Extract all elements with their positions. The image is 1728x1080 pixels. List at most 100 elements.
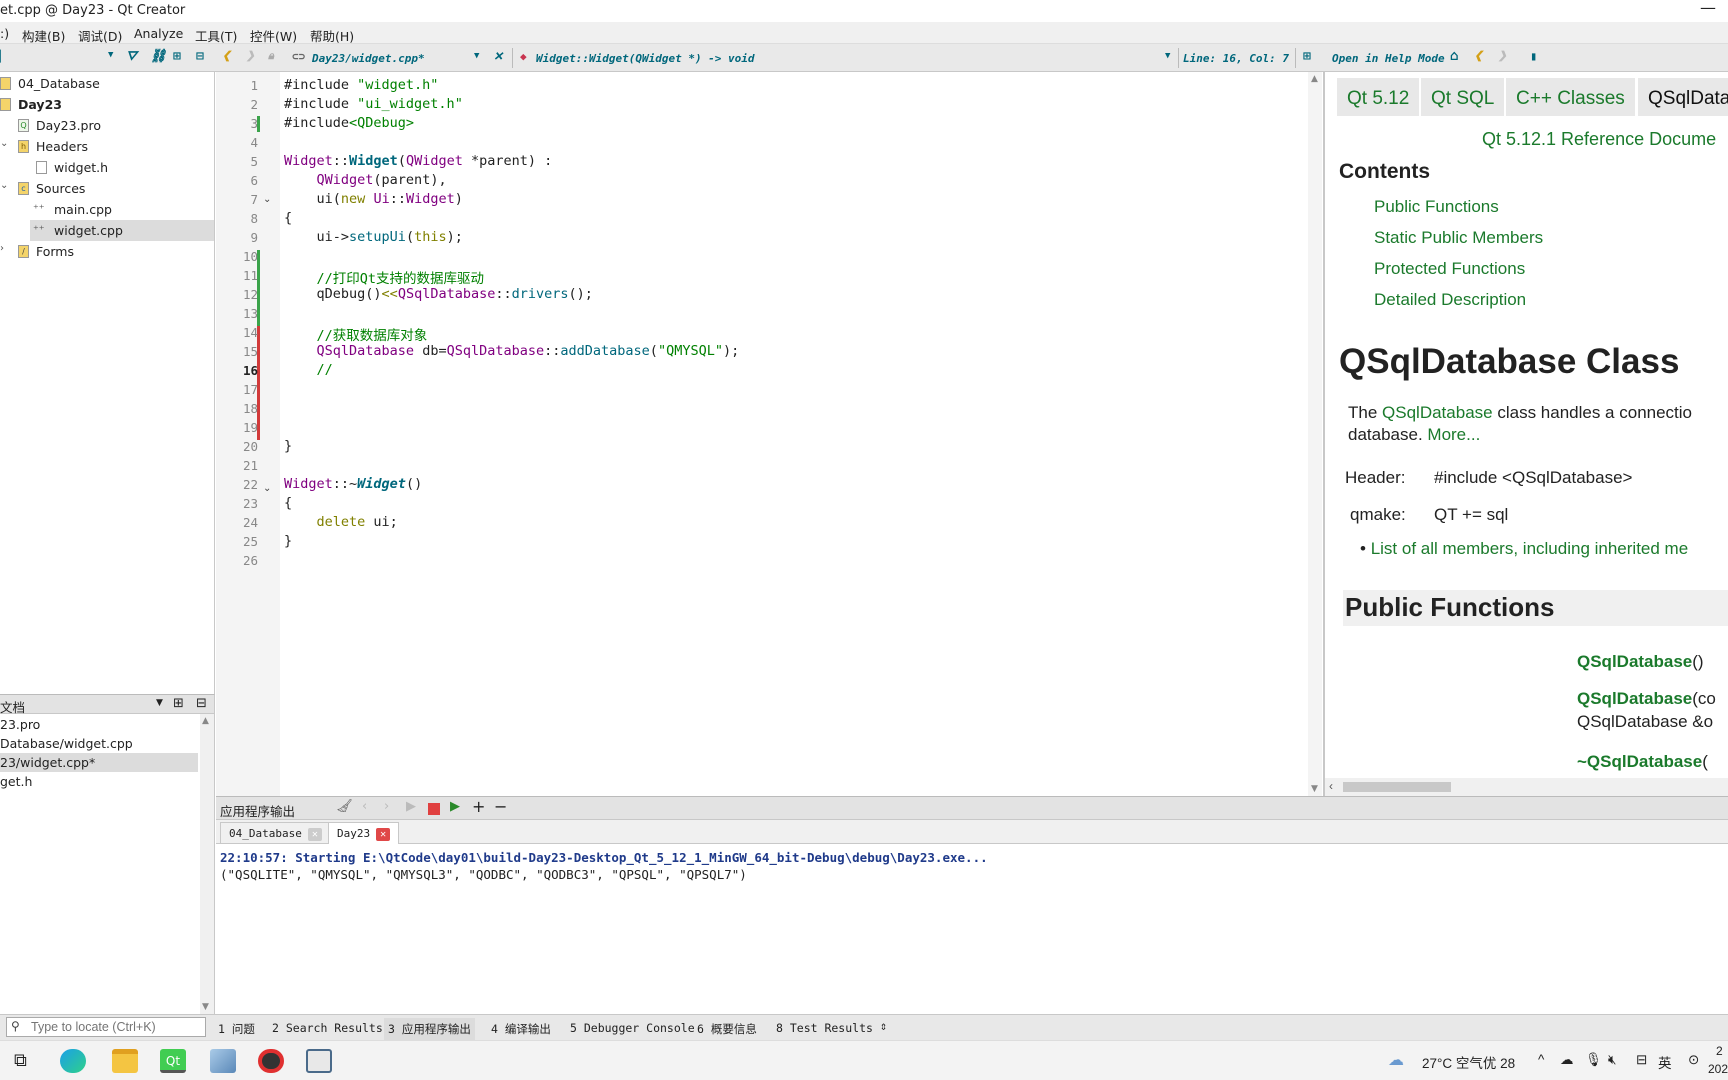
stop-icon[interactable]	[428, 803, 440, 815]
minimize-button[interactable]: —	[1700, 0, 1716, 17]
function-link[interactable]: ~QSqlDatabase	[1577, 752, 1702, 771]
list-item[interactable]: 23.pro	[0, 715, 198, 734]
notepad-icon[interactable]	[210, 1049, 236, 1073]
locator-field[interactable]: ⚲	[6, 1017, 206, 1037]
breadcrumb-qt[interactable]: Qt 5.12	[1337, 78, 1420, 116]
clock-time[interactable]: 2	[1716, 1044, 1723, 1058]
tree-item-main-cpp[interactable]: ⁺⁺ main.cpp	[0, 199, 214, 220]
function-link[interactable]: QSqlDatabase	[1577, 652, 1692, 671]
tree-item-headers[interactable]: ⌄ h Headers	[0, 136, 214, 157]
plus-icon[interactable]: +	[472, 797, 485, 816]
toc-protected-functions[interactable]: Protected Functions	[1374, 259, 1525, 279]
scrollbar[interactable]: ▲ ▼	[200, 714, 214, 1014]
function-link[interactable]: QSqlDatabase	[1577, 689, 1692, 708]
attach-run-icon[interactable]: ▶	[450, 799, 460, 814]
tab-04-database[interactable]: 04_Database ✕	[220, 822, 331, 844]
tree-item-04-database[interactable]: 04_Database	[0, 73, 214, 94]
pane-issues[interactable]: 1 问题	[218, 1021, 255, 1037]
weather-text[interactable]: 27°C 空气优 28	[1422, 1052, 1515, 1072]
expand-icon[interactable]: ⇕	[880, 1019, 887, 1033]
split-icon[interactable]: ⊞	[173, 49, 181, 64]
file-combo[interactable]: Day23/widget.cpp*	[312, 52, 425, 65]
speaker-icon[interactable]: 🔇︎	[1608, 1052, 1617, 1068]
menu-item-help[interactable]: 帮助(H)	[310, 26, 354, 45]
menu-item-build[interactable]: 构建(B)	[22, 26, 65, 45]
toc-detailed-description[interactable]: Detailed Description	[1374, 290, 1526, 310]
close-icon[interactable]: ✕	[307, 828, 322, 841]
breadcrumb-cpp-classes[interactable]: C++ Classes	[1506, 78, 1635, 116]
tree-item-widget-cpp[interactable]: ⁺⁺ widget.cpp	[30, 220, 214, 241]
record-app-icon[interactable]	[258, 1049, 284, 1073]
microphone-icon[interactable]: 🎙︎	[1585, 1052, 1602, 1068]
home-icon[interactable]: ⌂	[1450, 48, 1458, 64]
chevron-down-icon[interactable]: ⌄	[0, 180, 8, 191]
fold-icon[interactable]: ⌄	[263, 483, 271, 494]
help-hscrollbar[interactable]: ‹	[1325, 778, 1728, 796]
cursor-position[interactable]: Line: 16, Col: 7	[1183, 52, 1289, 65]
forward-icon[interactable]: ❯	[1498, 48, 1506, 64]
tab-day23[interactable]: Day23 ✕	[328, 822, 400, 844]
window-app-icon[interactable]	[306, 1049, 332, 1073]
run-icon[interactable]: ▶	[406, 799, 416, 814]
minus-icon[interactable]: −	[494, 797, 507, 816]
chevron-left-icon[interactable]: ‹	[362, 799, 367, 814]
panel-selector[interactable]: ▏	[0, 50, 7, 63]
search-input[interactable]	[31, 1019, 201, 1035]
ime-mode-icon[interactable]: ⊟	[1636, 1052, 1647, 1068]
editor-scrollbar[interactable]: ▲ ▼	[1308, 72, 1322, 796]
task-view-icon[interactable]: ⧉	[14, 1050, 27, 1071]
wifi-icon[interactable]: ⊙	[1688, 1052, 1699, 1068]
pane-compile-output[interactable]: 4 编译输出	[491, 1021, 551, 1037]
tree-item-forms[interactable]: › / Forms	[0, 241, 214, 262]
pane-overview[interactable]: 6 概要信息	[697, 1021, 757, 1037]
pane-test-results[interactable]: 8 Test Results	[776, 1021, 873, 1035]
chevron-down-icon[interactable]: ▼	[1165, 51, 1170, 61]
qsqldatabase-link[interactable]: QSqlDatabase	[1382, 403, 1493, 422]
toc-public-functions[interactable]: Public Functions	[1374, 197, 1499, 217]
breadcrumb-qt-sql[interactable]: Qt SQL	[1421, 78, 1505, 116]
bookmark-icon[interactable]: ▮	[1530, 49, 1537, 63]
reference-doc-link[interactable]: Qt 5.12.1 Reference Docume	[1482, 129, 1716, 150]
pane-debugger-console[interactable]: 5 Debugger Console	[570, 1021, 695, 1035]
all-members-link[interactable]: List of all members, including inherited…	[1371, 539, 1688, 558]
help-viewer[interactable]: Qt 5.12 Qt SQL C++ Classes QSqlData Qt 5…	[1323, 72, 1728, 796]
file-explorer-icon[interactable]	[112, 1049, 138, 1073]
pane-app-output[interactable]: 3 应用程序输出	[384, 1018, 475, 1040]
list-item[interactable]: Database/widget.cpp	[0, 734, 198, 753]
chevron-down-icon[interactable]: ▼	[474, 51, 479, 61]
help-mode-button[interactable]: Open in Help Mode	[1332, 52, 1445, 65]
close-panel-icon[interactable]: ⊟	[196, 49, 204, 64]
list-item[interactable]: 23/widget.cpp*	[0, 753, 198, 772]
forward-icon[interactable]: ❯	[246, 48, 254, 64]
chevron-down-icon[interactable]: ▼	[156, 698, 163, 708]
input-method[interactable]: 英	[1658, 1052, 1672, 1072]
more-link[interactable]: More...	[1427, 425, 1480, 444]
link-icon[interactable]: ⛓	[150, 49, 167, 64]
menu-item-analyze[interactable]: Analyze	[134, 26, 183, 41]
filter-icon[interactable]: ⛛	[126, 49, 137, 64]
split-icon[interactable]: ⊞	[1303, 49, 1311, 64]
fold-icon[interactable]: ⌄	[263, 194, 271, 205]
qt-creator-icon[interactable]: Qt	[160, 1049, 186, 1073]
menu-item-debug[interactable]: 调试(D)	[78, 26, 122, 45]
menu-item-controls[interactable]: 控件(W)	[250, 26, 297, 45]
close-panel-icon[interactable]: ⊟	[196, 696, 207, 711]
chevron-up-icon[interactable]: ^	[1538, 1052, 1544, 1067]
back-icon[interactable]: ❮	[1474, 48, 1482, 64]
edge-icon[interactable]	[60, 1049, 86, 1073]
close-document-icon[interactable]: ✕	[494, 48, 502, 64]
clock-date[interactable]: 202	[1708, 1062, 1728, 1076]
split-icon[interactable]: ⊞	[173, 696, 184, 711]
back-icon[interactable]: ❮	[222, 48, 230, 64]
symbol-combo[interactable]: Widget::Widget(QWidget *) -> void	[536, 52, 755, 65]
pane-search-results[interactable]: 2 Search Results	[272, 1021, 383, 1035]
tree-item-day23[interactable]: Day23	[0, 94, 214, 115]
chevron-right-icon[interactable]: ›	[0, 243, 4, 254]
onedrive-icon[interactable]: ☁	[1560, 1052, 1574, 1068]
menu-item-tools[interactable]: 工具(T)	[195, 26, 237, 45]
clean-icon[interactable]: 🧹︎	[336, 799, 353, 814]
tree-item-day23-pro[interactable]: Q Day23.pro	[0, 115, 214, 136]
tree-item-sources[interactable]: ⌄ c Sources	[0, 178, 214, 199]
chevron-left-icon[interactable]: ‹	[1329, 779, 1333, 793]
application-output[interactable]: 22:10:57: Starting E:\QtCode\day01\build…	[216, 844, 1728, 1014]
